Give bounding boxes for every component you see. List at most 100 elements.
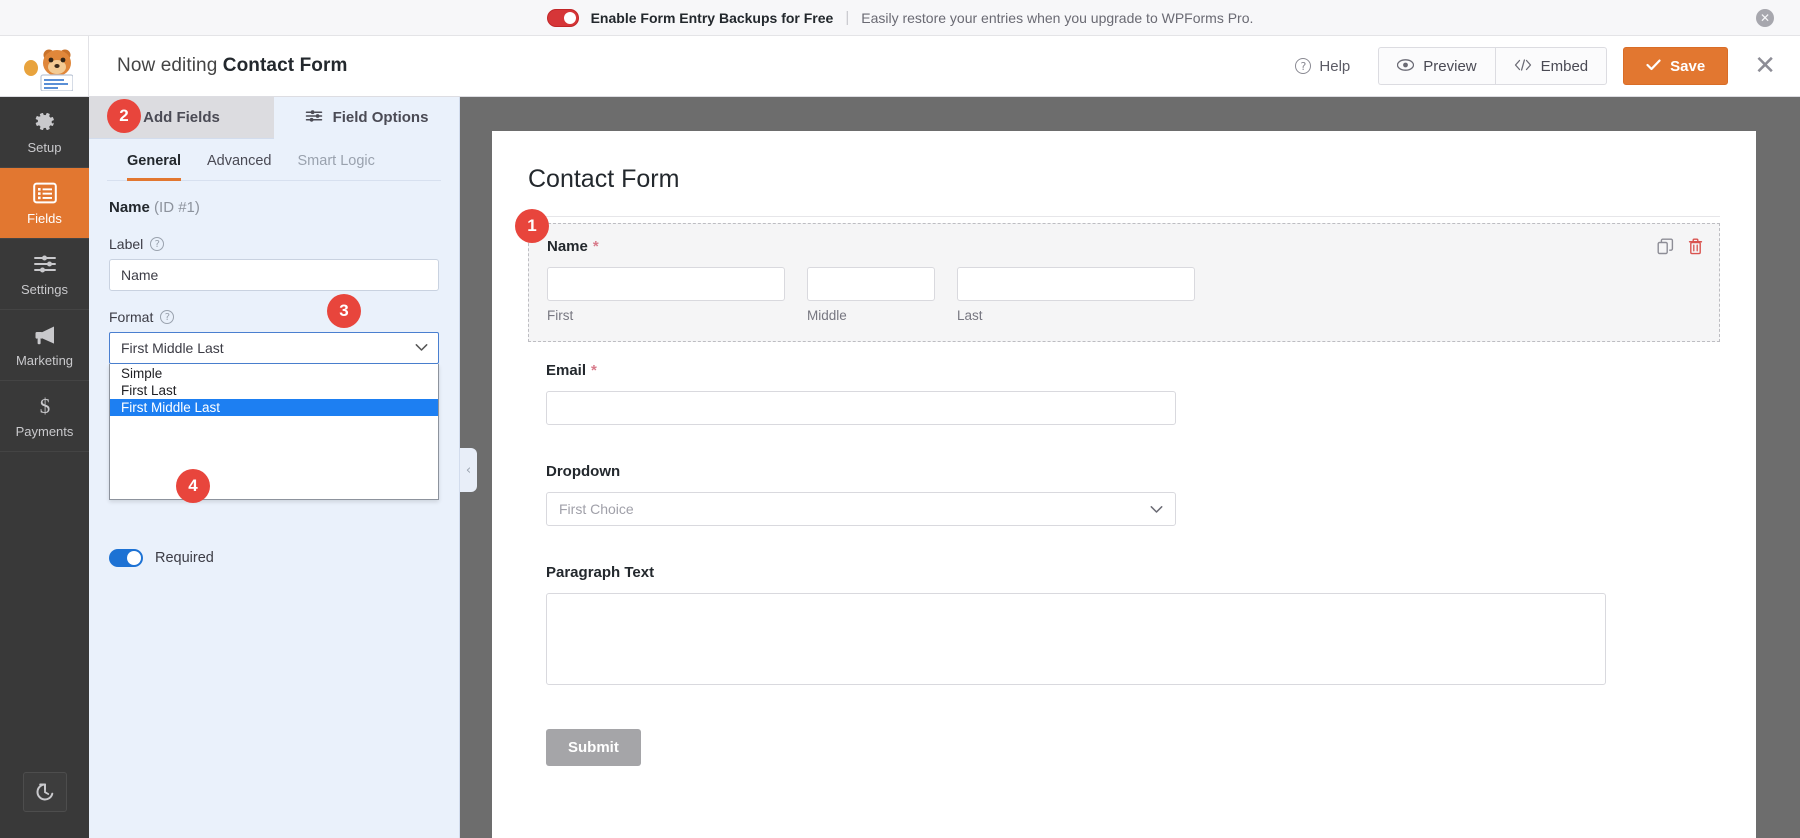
trash-icon[interactable]	[1688, 238, 1703, 260]
first-name-input[interactable]	[547, 267, 785, 301]
save-label: Save	[1670, 58, 1705, 75]
format-select[interactable]: First Middle Last	[109, 332, 439, 364]
preview-label: Preview	[1423, 58, 1476, 75]
middle-name-input[interactable]	[807, 267, 935, 301]
list-icon	[32, 180, 58, 206]
help-button[interactable]: ? Help	[1281, 50, 1364, 83]
megaphone-icon	[32, 322, 58, 348]
close-circle-icon[interactable]: ✕	[1756, 9, 1774, 27]
sidebar-item-label: Setup	[28, 140, 62, 155]
sidebar-item-label: Marketing	[16, 353, 73, 368]
preview-embed-group: Preview Embed	[1378, 47, 1607, 85]
required-option-group: Required	[109, 549, 439, 567]
editing-form-name: Contact Form	[223, 55, 348, 76]
format-option-group: Format ? First Middle Last Simple First …	[109, 309, 439, 364]
sidebar-item-payments[interactable]: $ Payments	[0, 381, 89, 452]
step-badge-2: 2	[107, 99, 141, 133]
sidebar-item-label: Fields	[27, 211, 62, 226]
wpforms-bear-logo	[0, 36, 89, 96]
chevron-down-icon	[1150, 501, 1163, 517]
help-circle-icon[interactable]: ?	[160, 310, 174, 324]
format-option-text: Format	[109, 309, 153, 325]
help-circle-icon[interactable]: ?	[150, 237, 164, 251]
tab-add-fields-label: Add Fields	[143, 109, 220, 126]
panel-tab-list: Add Fields Field Options	[89, 97, 459, 139]
format-select-value: First Middle Last	[121, 340, 224, 356]
preview-field-label-text: Name	[547, 238, 588, 255]
preview-field-email[interactable]: Email *	[528, 348, 1720, 443]
name-subfield-middle: Middle	[807, 267, 935, 323]
revision-history-icon[interactable]	[23, 772, 67, 812]
format-option-label: Format ?	[109, 309, 439, 325]
sidebar-item-label: Payments	[16, 424, 74, 439]
code-brackets-icon	[1514, 58, 1532, 75]
sidebar-item-setup[interactable]: Setup	[0, 97, 89, 168]
sidebar-item-marketing[interactable]: Marketing	[0, 310, 89, 381]
sidebar-item-fields[interactable]: Fields	[0, 168, 89, 239]
first-name-sublabel: First	[547, 308, 785, 323]
panel-body: Name (ID #1) Label ? Format ? First Midd…	[89, 181, 459, 567]
required-asterisk: *	[591, 362, 597, 379]
preview-field-dropdown[interactable]: Dropdown First Choice	[528, 449, 1720, 544]
format-option-first-middle-last[interactable]: First Middle Last	[110, 399, 438, 416]
preview-field-paragraph[interactable]: Paragraph Text	[528, 550, 1720, 703]
help-label: Help	[1319, 58, 1350, 75]
sidebar-item-label: Settings	[21, 282, 68, 297]
field-action-buttons	[1657, 238, 1703, 260]
gear-icon	[32, 109, 58, 135]
notice-divider: |	[845, 9, 849, 26]
editing-prefix: Now editing	[117, 55, 223, 76]
required-asterisk: *	[593, 238, 599, 255]
name-subfield-first: First	[547, 267, 785, 323]
preview-field-name[interactable]: Name * First Middle	[528, 223, 1720, 342]
label-input[interactable]	[109, 259, 439, 291]
form-preview-area: Contact Form Name * First	[460, 97, 1800, 838]
preview-button[interactable]: Preview	[1378, 47, 1494, 85]
sidebar-item-settings[interactable]: Settings	[0, 239, 89, 310]
selected-field-id: (ID #1)	[154, 199, 200, 216]
eye-icon	[1397, 58, 1414, 75]
subtab-advanced[interactable]: Advanced	[207, 153, 272, 181]
format-select-wrapper: First Middle Last Simple First Last Firs…	[109, 332, 439, 364]
email-input[interactable]	[546, 391, 1176, 425]
close-x-icon[interactable]: ✕	[1754, 53, 1776, 79]
entry-backups-toggle[interactable]	[547, 9, 579, 27]
required-label: Required	[155, 550, 214, 566]
step-badge-4: 4	[176, 469, 210, 503]
chevron-left-icon: ‹	[466, 463, 471, 478]
submit-button[interactable]: Submit	[546, 729, 641, 766]
entry-backups-notice: Enable Form Entry Backups for Free | Eas…	[0, 0, 1800, 36]
sliders-icon	[32, 251, 58, 277]
panel-collapse-button[interactable]: ‹	[460, 448, 477, 492]
tab-field-options[interactable]: Field Options	[274, 97, 459, 139]
preview-field-label-text: Dropdown	[546, 463, 620, 480]
selected-field-name: Name	[109, 199, 150, 216]
panel-subtabs: General Advanced Smart Logic	[107, 139, 441, 181]
save-button[interactable]: Save	[1623, 47, 1728, 85]
last-name-sublabel: Last	[957, 308, 1195, 323]
field-options-panel: Add Fields Field Options General Advance…	[89, 97, 460, 838]
preview-field-label: Name *	[547, 238, 1701, 255]
dollar-icon: $	[32, 393, 58, 419]
dropdown-placeholder: First Choice	[559, 501, 634, 517]
dropdown-select[interactable]: First Choice	[546, 492, 1176, 526]
format-option-first-last[interactable]: First Last	[110, 382, 438, 399]
format-option-simple[interactable]: Simple	[110, 365, 438, 382]
step-badge-1: 1	[515, 209, 549, 243]
form-preview-title: Contact Form	[528, 165, 1720, 217]
builder-sidebar: Setup Fields Settings Marketing $ Paymen…	[0, 97, 89, 838]
subtab-general[interactable]: General	[127, 153, 181, 181]
required-toggle[interactable]	[109, 549, 143, 567]
format-select-listbox[interactable]: Simple First Last First Middle Last	[109, 364, 439, 500]
last-name-input[interactable]	[957, 267, 1195, 301]
subtab-smart-logic[interactable]: Smart Logic	[298, 153, 375, 181]
sidebar-footer	[0, 772, 89, 838]
preview-field-label-text: Paragraph Text	[546, 564, 654, 581]
header-actions: ? Help Preview Embed Save ✕	[1281, 47, 1800, 85]
sliders-icon	[305, 109, 323, 127]
paragraph-textarea[interactable]	[546, 593, 1606, 685]
embed-button[interactable]: Embed	[1495, 47, 1608, 85]
label-option-label: Label ?	[109, 236, 439, 252]
duplicate-icon[interactable]	[1657, 238, 1674, 260]
preview-field-label: Paragraph Text	[546, 564, 1702, 581]
